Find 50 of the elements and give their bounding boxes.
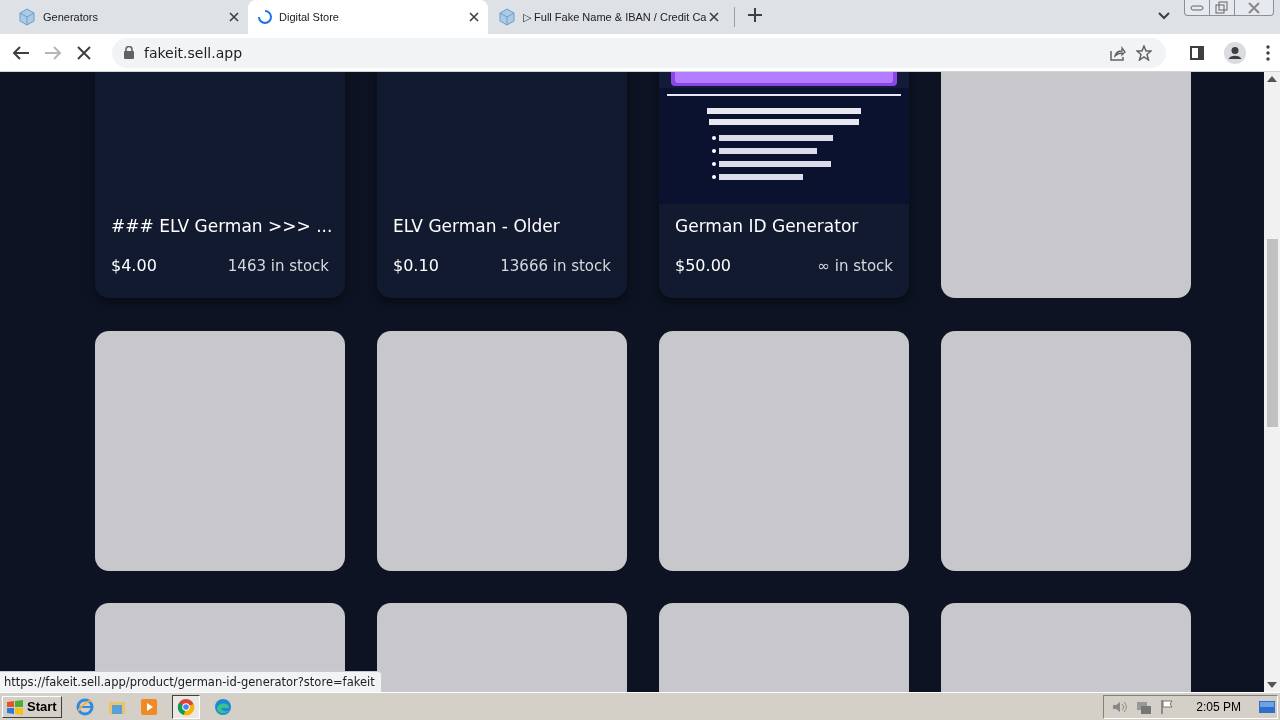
share-icon[interactable]: [1110, 44, 1126, 61]
globe-cube-icon: [18, 8, 36, 26]
browser-tab[interactable]: Generators: [8, 0, 248, 34]
globe-cube-icon: [498, 8, 516, 26]
product-price: $0.10: [393, 256, 439, 275]
scroll-thumb[interactable]: [1267, 239, 1278, 427]
start-button[interactable]: Start: [2, 695, 62, 718]
product-title: ELV German - Older: [393, 216, 561, 236]
stock-count: 13666 in stock: [500, 257, 611, 275]
chrome-icon[interactable]: [176, 697, 195, 716]
show-desktop-icon[interactable]: [1259, 699, 1275, 714]
side-panel-icon[interactable]: [1190, 45, 1204, 60]
browser-tab[interactable]: Digital Store: [248, 0, 488, 34]
forward-arrow-icon[interactable]: [44, 44, 62, 61]
product-title: German ID Generator: [675, 216, 860, 236]
product-price: $50.00: [675, 256, 731, 275]
browser-tab[interactable]: ▷ Full Fake Name & IBAN / Credit Ca: [488, 0, 728, 34]
stop-icon[interactable]: [76, 44, 92, 61]
scrollbar[interactable]: [1264, 72, 1280, 692]
menu-icon[interactable]: [1266, 44, 1270, 61]
stock-count: 1463 in stock: [227, 257, 329, 275]
clock: 2:05 PM: [1196, 699, 1241, 714]
profile-icon[interactable]: [1224, 41, 1246, 64]
edge-icon[interactable]: [213, 697, 232, 716]
flag-icon[interactable]: [1160, 698, 1175, 715]
close-icon[interactable]: [468, 11, 480, 23]
windows-flag-icon: [6, 698, 24, 715]
chevron-down-icon[interactable]: [1158, 11, 1170, 21]
product-card[interactable]: German ID Generator $50.00 ∞ in stock: [659, 72, 909, 298]
loading-spinner-icon: [258, 10, 272, 24]
speaker-icon[interactable]: [1112, 699, 1129, 714]
star-icon[interactable]: [1136, 44, 1152, 61]
address-bar[interactable]: fakeit.sell.app: [112, 37, 1166, 68]
scroll-down-icon[interactable]: [1267, 682, 1277, 688]
restore-icon[interactable]: [1215, 1, 1229, 14]
product-card[interactable]: ### ELV German >>> ... $4.00 1463 in stock: [95, 72, 345, 298]
product-price: $4.00: [111, 256, 157, 275]
close-icon[interactable]: [228, 11, 240, 23]
back-arrow-icon[interactable]: [12, 44, 30, 61]
stock-count: ∞ in stock: [817, 257, 893, 275]
internet-explorer-icon[interactable]: [75, 697, 94, 716]
lock-icon: [124, 46, 134, 59]
new-tab-icon[interactable]: [747, 7, 763, 23]
scroll-up-icon[interactable]: [1267, 76, 1277, 82]
minimize-icon[interactable]: [1190, 3, 1204, 12]
media-player-icon[interactable]: [139, 697, 158, 716]
product-card[interactable]: ELV German - Older $0.10 13666 in stock: [377, 72, 627, 298]
product-title: ### ELV German >>> ...: [111, 216, 329, 236]
close-icon[interactable]: [708, 11, 720, 23]
link-status-url: https://fakeit.sell.app/product/german-id-generator?store=fakeit: [0, 671, 382, 692]
